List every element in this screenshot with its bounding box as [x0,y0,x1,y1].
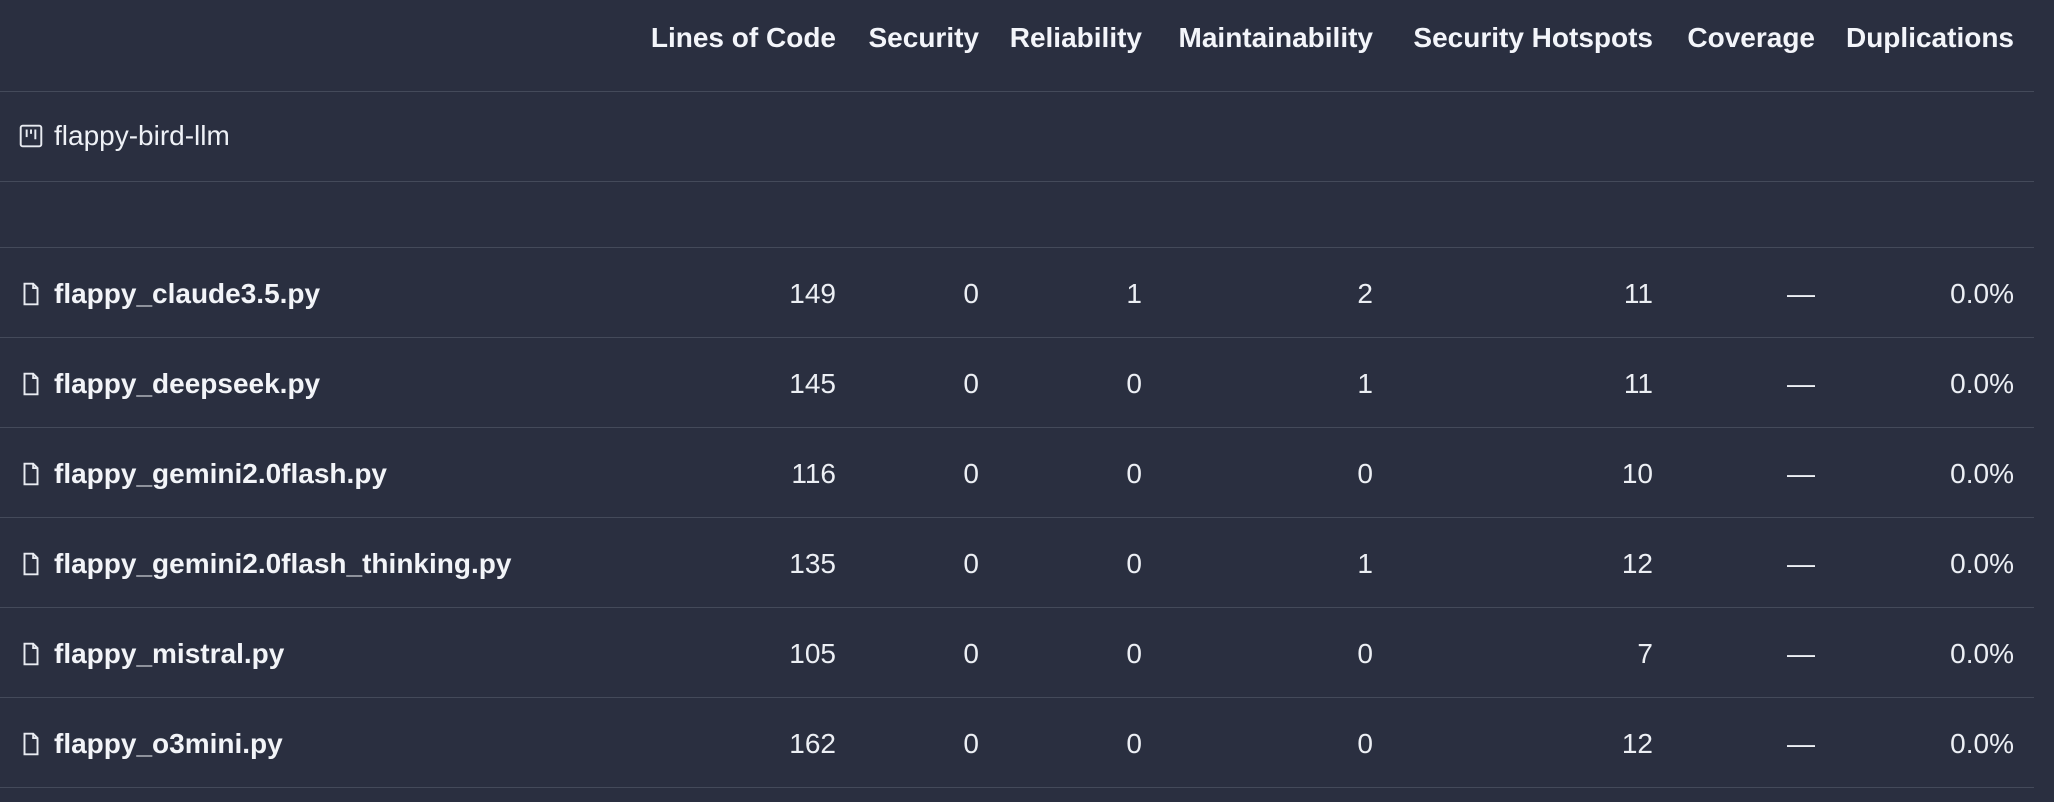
table-header-row: Lines of Code Security Reliability Maint… [0,0,2034,92]
header-reliability: Reliability [1009,22,1142,53]
measures-table: Lines of Code Security Reliability Maint… [0,0,2034,802]
lines-of-code-value: 162 [789,728,836,759]
coverage-value: — [1787,548,1815,579]
file-name-cell[interactable]: flappy_deepseek.py [18,368,320,400]
header-security-hotspots: Security Hotspots [1413,22,1653,53]
table-row[interactable]: flappy_claude3.5.py 149 0 1 2 11 — 0.0% [0,248,2034,338]
reliability-value: 0 [1126,728,1142,759]
maintainability-value: 0 [1357,728,1373,759]
maintainability-value: 0 [1357,638,1373,669]
file-name-cell[interactable]: flappy_mistral.py [18,638,284,670]
project-name-cell[interactable]: flappy-bird-llm [18,120,230,152]
header-security: Security [868,22,980,53]
coverage-value: — [1787,638,1815,669]
maintainability-value: 1 [1357,548,1373,579]
reliability-value: 0 [1126,368,1142,399]
header-duplications: Duplications [1845,22,2014,53]
project-name-text: flappy-bird-llm [54,120,230,151]
file-name: flappy_mistral.py [54,638,285,669]
security-value: 0 [963,638,979,669]
coverage-value: — [1787,278,1815,309]
file-icon [23,372,39,396]
lines-of-code-value: 135 [789,548,836,579]
header-coverage: Coverage [1687,22,1815,53]
project-icon [19,124,43,148]
security-hotspots-value: 10 [1621,458,1653,489]
security-value: 0 [963,278,979,309]
coverage-value: — [1787,728,1815,759]
table-spacer-row [0,182,2034,248]
table-row[interactable]: flappy_gemini2.0flash.py 116 0 0 0 10 — … [0,428,2034,518]
coverage-value: — [1787,368,1815,399]
file-name-cell[interactable]: flappy_claude3.5.py [18,278,320,310]
duplications-value: 0.0% [1950,548,2014,579]
security-hotspots-value: 12 [1621,548,1653,579]
reliability-value: 1 [1126,278,1142,309]
file-name-cell[interactable]: flappy_o3mini.py [18,728,283,760]
table-row[interactable]: flappy_o3mini.py 162 0 0 0 12 — 0.0% [0,698,2034,788]
file-name-cell[interactable]: flappy_gemini2.0flash.py [18,458,387,490]
security-hotspots-value: 11 [1623,368,1653,399]
security-hotspots-value: 11 [1623,278,1653,309]
table-row[interactable]: flappy_deepseek.py 145 0 0 1 11 — 0.0% [0,338,2034,428]
lines-of-code-value: 105 [789,638,836,669]
security-hotspots-value: 7 [1637,638,1653,669]
file-name: flappy_deepseek.py [54,368,321,399]
table-row[interactable]: flappy_gemini2.0flash_thinking.py 135 0 … [0,518,2034,608]
file-icon [23,552,39,576]
security-value: 0 [963,728,979,759]
header-lines-of-code: Lines of Code [650,22,836,53]
lines-of-code-value: 145 [789,368,836,399]
maintainability-value: 2 [1357,278,1373,309]
file-icon [23,462,39,486]
duplications-value: 0.0% [1950,458,2014,489]
coverage-value: — [1787,458,1815,489]
maintainability-value: 0 [1357,458,1373,489]
project-row[interactable]: flappy-bird-llm [0,92,2034,182]
duplications-value: 0.0% [1950,278,2014,309]
duplications-value: 0.0% [1950,728,2014,759]
reliability-value: 0 [1126,548,1142,579]
header-maintainability: Maintainability [1178,22,1373,53]
file-icon [23,642,39,666]
lines-of-code-value: 116 [791,458,836,489]
file-name: flappy_claude3.5.py [54,278,321,309]
file-name: flappy_o3mini.py [54,728,283,759]
security-value: 0 [963,368,979,399]
file-icon [23,732,39,756]
table-row[interactable]: flappy_mistral.py 105 0 0 0 7 — 0.0% [0,608,2034,698]
lines-of-code-value: 149 [789,278,836,309]
maintainability-value: 1 [1357,368,1373,399]
security-value: 0 [963,458,979,489]
file-icon [23,282,39,306]
file-name: flappy_gemini2.0flash.py [54,458,387,489]
security-hotspots-value: 12 [1621,728,1653,759]
file-name: flappy_gemini2.0flash_thinking.py [54,548,512,579]
reliability-value: 0 [1126,458,1142,489]
file-name-cell[interactable]: flappy_gemini2.0flash_thinking.py [18,548,511,580]
reliability-value: 0 [1126,638,1142,669]
security-value: 0 [963,548,979,579]
duplications-value: 0.0% [1950,368,2014,399]
duplications-value: 0.0% [1950,638,2014,669]
